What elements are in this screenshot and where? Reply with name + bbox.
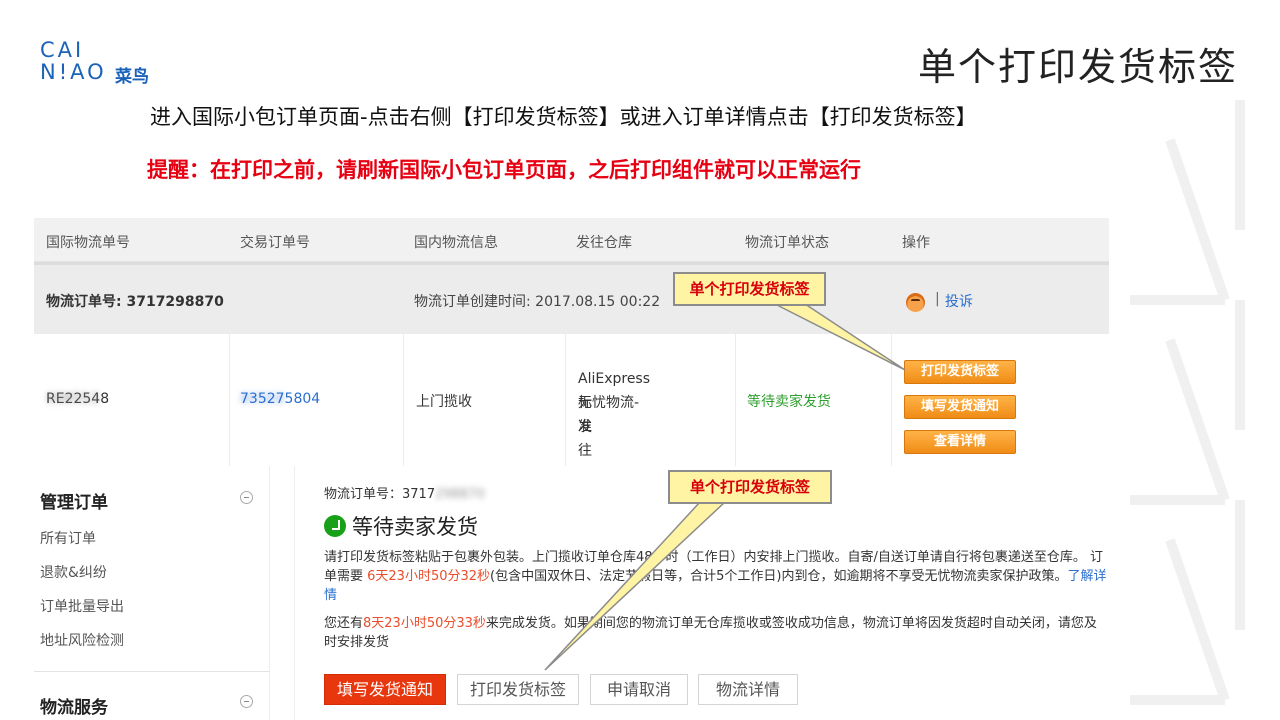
- logo-text-line2: N!AO: [40, 60, 107, 84]
- sidebar-item-all-orders[interactable]: 所有订单: [40, 528, 96, 548]
- order-summary-row: 物流订单号: 3717298870 物流订单创建时间: 2017.08.15 0…: [34, 262, 1109, 334]
- sidebar: 管理订单 所有订单 退款&纠纷 订单批量导出 地址风险检测 物流服务: [34, 466, 270, 720]
- cell-domestic: 上门揽收: [404, 334, 566, 466]
- check-circle-icon: [324, 515, 346, 537]
- instruction-text: 进入国际小包订单页面-点击右侧【打印发货标签】或进入订单详情点击【打印发货标签】: [150, 105, 977, 129]
- view-details-button[interactable]: 查看详情: [904, 430, 1016, 454]
- logistics-order-number: 物流订单号: 3717298870: [46, 294, 224, 310]
- cainiao-logo: CAI N!AO 菜鸟: [40, 38, 160, 88]
- logo-text-cn: 菜鸟: [115, 67, 149, 87]
- watermark-decoration: [1130, 100, 1245, 705]
- separator: |: [935, 291, 940, 307]
- slide-title: 单个打印发货标签: [917, 45, 1238, 89]
- sidebar-divider: [34, 671, 270, 672]
- col-header-domestic: 国内物流信息: [414, 235, 498, 251]
- order-detail-panel: 物流订单号：3717298870 等待卖家发货 请打印发货标签粘贴于包裹外包装。…: [294, 466, 1109, 720]
- slide: CAI N!AO 菜鸟 单个打印发货标签 进入国际小包订单页面-点击右侧【打印发…: [0, 0, 1280, 720]
- order-created-time: 物流订单创建时间: 2017.08.15 00:22: [414, 294, 661, 310]
- domestic-logistics-info: 上门揽收: [416, 394, 472, 410]
- callout-label-top: 单个打印发货标签: [673, 272, 826, 306]
- complain-link[interactable]: 投诉: [945, 291, 973, 311]
- fill-shipping-notice-button[interactable]: 填写发货通知: [324, 674, 446, 705]
- cell-intl-no: RE22548 098553: [34, 334, 230, 466]
- collapse-icon[interactable]: [240, 695, 253, 708]
- fill-shipping-notice-button[interactable]: 填写发货通知: [904, 395, 1016, 419]
- col-header-warehouse: 发往仓库: [576, 235, 632, 251]
- order-table: 国际物流单号 交易订单号 国内物流信息 发往仓库 物流订单状态 操作 物流订单号…: [34, 218, 1109, 627]
- countdown-to-warehouse: 6天23小时50分32秒: [367, 569, 491, 584]
- table-header: 国际物流单号 交易订单号 国内物流信息 发往仓库 物流订单状态 操作: [34, 218, 1109, 262]
- col-header-intl-no: 国际物流单号: [46, 235, 130, 251]
- detail-notice-1: 请打印发货标签粘贴于包裹外包装。上门揽收订单仓库48小时（工作日）内安排上门揽收…: [324, 550, 1107, 603]
- trade-order-link[interactable]: 735275804: [240, 391, 320, 407]
- col-header-trade-no: 交易订单号: [240, 235, 310, 251]
- cell-status: 等待卖家发货: [736, 334, 892, 466]
- order-status: 等待卖家发货: [747, 394, 831, 410]
- sidebar-item-address-risk[interactable]: 地址风险检测: [40, 630, 124, 650]
- cell-trade-no: 80568 735275804: [230, 334, 404, 466]
- countdown-to-ship: 8天23小时50分33秒: [363, 616, 486, 631]
- service-avatar-icon[interactable]: [906, 293, 925, 312]
- sidebar-item-batch-export[interactable]: 订单批量导出: [40, 596, 124, 616]
- print-label-button[interactable]: 打印发货标签: [904, 360, 1016, 384]
- reminder-text: 提醒：在打印之前，请刷新国际小包订单页面，之后打印组件就可以正常运行: [147, 158, 861, 182]
- callout-label-bottom: 单个打印发货标签: [668, 470, 832, 504]
- print-label-button[interactable]: 打印发货标签: [457, 674, 579, 705]
- logistics-details-button[interactable]: 物流详情: [698, 674, 798, 705]
- detail-order-number-masked: 298870: [435, 487, 485, 502]
- cell-warehouse: AliExpress 无忧物流- 标准 发往 燕文宁波仓-标准: [566, 334, 736, 627]
- request-cancel-button[interactable]: 申请取消: [590, 674, 688, 705]
- sidebar-group-manage-orders[interactable]: 管理订单: [40, 488, 108, 513]
- col-header-actions: 操作: [902, 235, 930, 251]
- table-row: RE22548 098553 80568 735275804 上门揽收 AliExp…: [34, 334, 1109, 627]
- detail-notice-2: 您还有8天23小时50分33秒来完成发货。如果期间您的物流订单无仓库揽收或签收成…: [324, 616, 1097, 650]
- detail-order-number: 物流订单号：3717: [324, 487, 436, 502]
- collapse-icon[interactable]: [240, 491, 253, 504]
- detail-status: 等待卖家发货: [352, 515, 478, 539]
- col-header-status: 物流订单状态: [745, 235, 829, 251]
- sidebar-group-logistics[interactable]: 物流服务: [40, 693, 108, 718]
- intl-tracking-number-masked: 098553: [46, 391, 100, 407]
- sidebar-item-refunds[interactable]: 退款&纠纷: [40, 562, 107, 582]
- logo-text-line1: CAI: [40, 38, 85, 62]
